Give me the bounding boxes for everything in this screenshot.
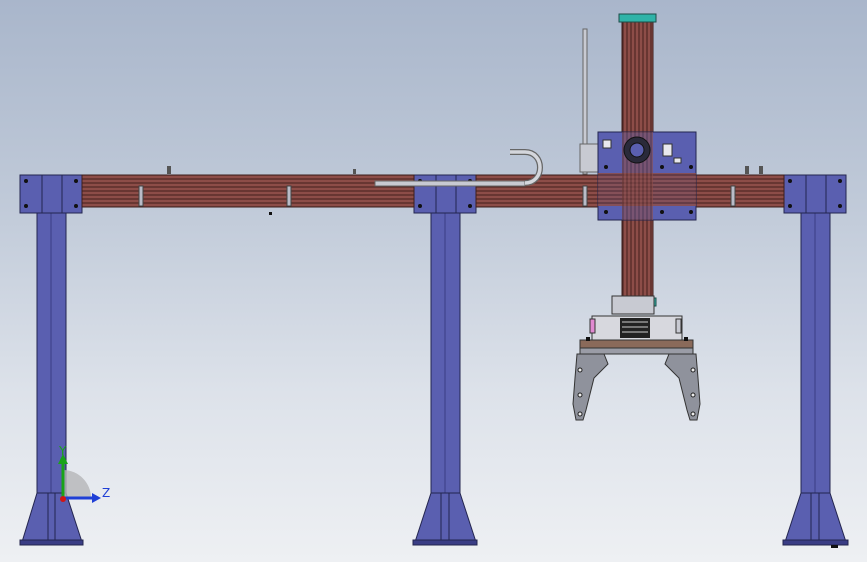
carriage-plate [597,131,697,221]
right-leg [782,174,849,548]
cad-viewport[interactable]: Y Z [0,0,867,562]
cable-guide [374,28,601,187]
gripper-assembly [572,295,701,421]
coordinate-triad[interactable]: Y Z [58,444,110,503]
middle-leg [412,174,478,546]
z-axis-label: Z [102,486,110,500]
y-axis-label: Y [58,444,67,458]
triad-origin [60,496,66,502]
